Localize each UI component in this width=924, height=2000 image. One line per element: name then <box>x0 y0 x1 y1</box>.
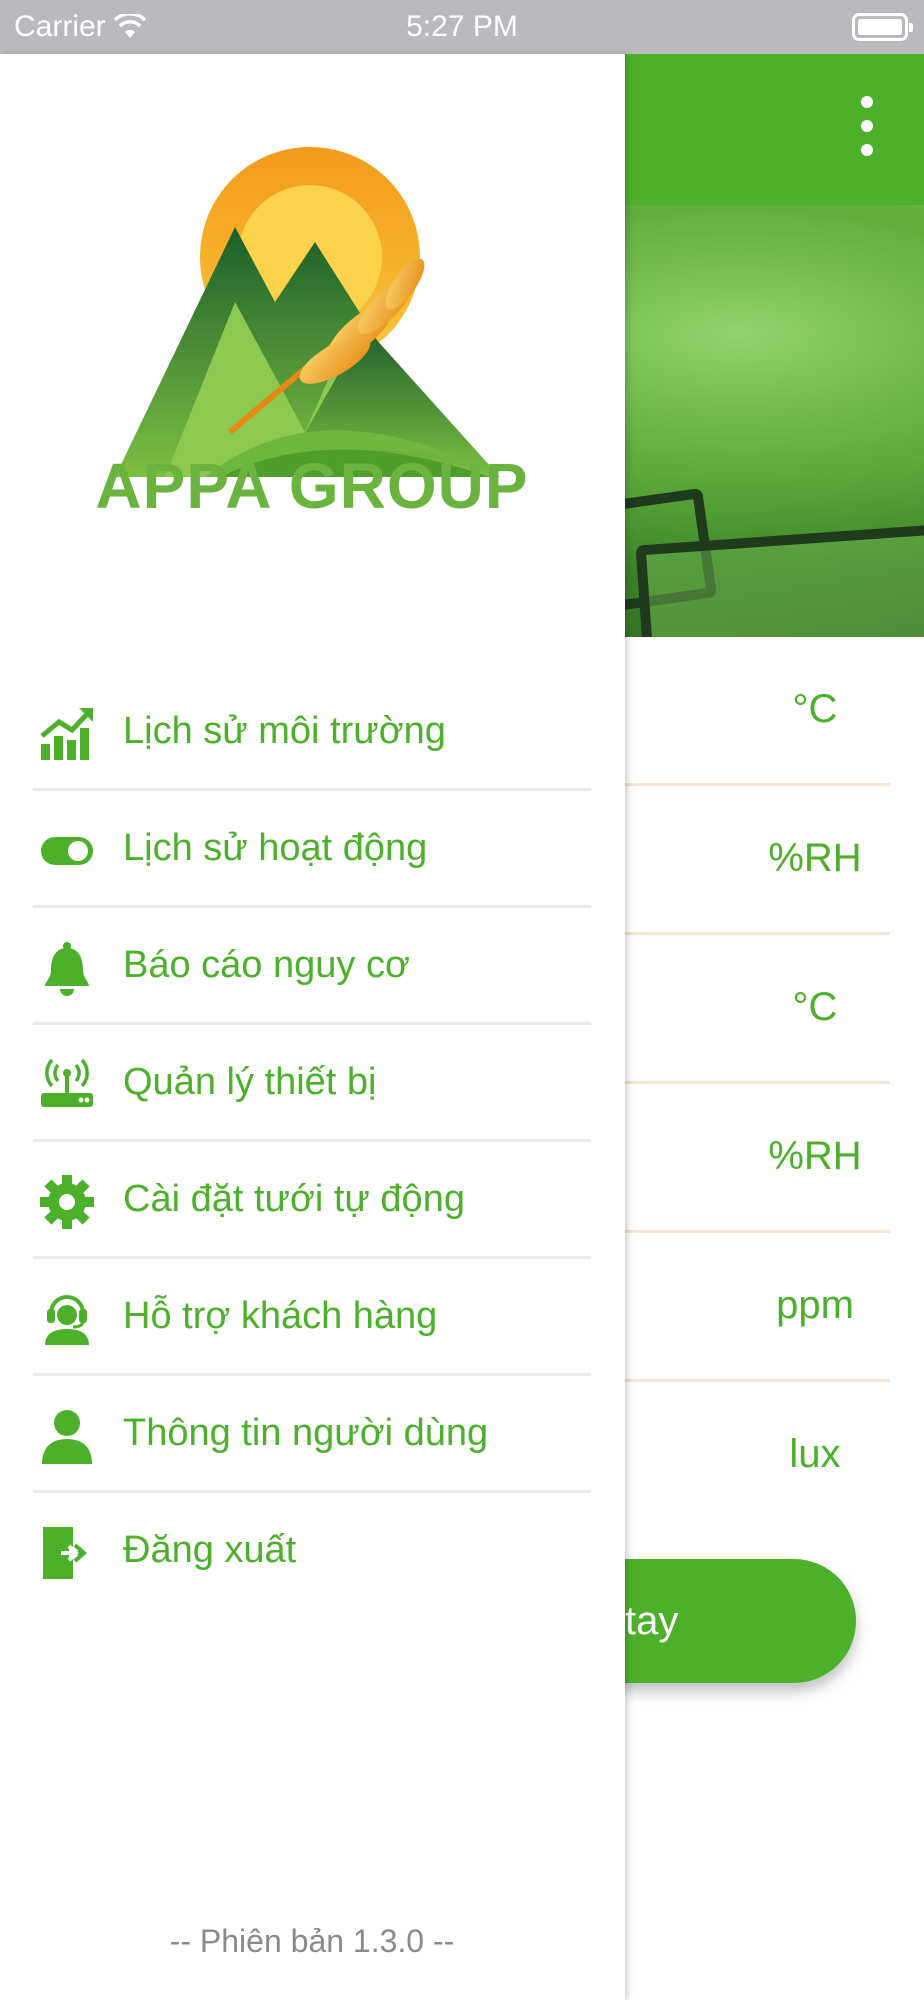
headset-user-icon <box>45 1295 89 1345</box>
chart-growth-icon <box>40 708 93 760</box>
menu-item-customer-support[interactable]: Hỗ trợ khách hàng <box>33 1259 591 1376</box>
app-version: -- Phiên bản 1.3.0 -- <box>169 1923 455 1959</box>
menu-item-label: Báo cáo nguy cơ <box>123 944 410 986</box>
menu-item-label: Lịch sử hoạt động <box>123 827 428 869</box>
router-icon <box>41 1058 93 1107</box>
menu-item-label: Cài đặt tưới tự động <box>123 1178 465 1220</box>
logo-text: APPA GROUP <box>95 450 529 522</box>
status-time: 5:27 PM <box>406 10 518 43</box>
menu-item-logout[interactable]: Đăng xuất <box>33 1493 591 1610</box>
menu-item-label: Đăng xuất <box>123 1529 297 1571</box>
reading-unit: ppm <box>776 1283 854 1327</box>
menu-item-label: Hỗ trợ khách hàng <box>123 1295 438 1337</box>
menu-item-auto-irrigation-settings[interactable]: Cài đặt tưới tự động <box>33 1142 591 1259</box>
navigation-drawer: APPA GROUP Lịch sử môi trường Lịch sử ho… <box>0 54 625 2000</box>
menu-item-environment-history[interactable]: Lịch sử môi trường <box>33 674 591 791</box>
toggle-icon <box>41 837 93 865</box>
menu-item-label: Lịch sử môi trường <box>123 710 446 752</box>
reading-unit: °C <box>792 985 838 1029</box>
reading-unit: %RH <box>768 1134 862 1178</box>
reading-unit: %RH <box>768 836 862 880</box>
crate-shape <box>635 524 924 637</box>
status-bar: Carrier 5:27 PM <box>0 0 924 54</box>
menu-item-label: Thông tin người dùng <box>123 1412 489 1454</box>
bell-icon <box>45 942 89 996</box>
screen: .3 °C .2 %RH .5 °C 0 %RH -- ppm - lux <box>0 0 924 2000</box>
gear-icon <box>40 1175 94 1229</box>
manual-control-label: tay <box>625 1598 679 1643</box>
menu-item-risk-report[interactable]: Báo cáo nguy cơ <box>33 908 591 1025</box>
user-icon <box>42 1410 92 1464</box>
reading-unit: lux <box>789 1432 841 1476</box>
drawer-menu: Lịch sử môi trường Lịch sử hoạt động Báo… <box>33 674 591 1610</box>
menu-item-activity-history[interactable]: Lịch sử hoạt động <box>33 791 591 908</box>
logout-icon <box>43 1527 88 1579</box>
more-options-icon[interactable] <box>860 96 874 160</box>
reading-unit: °C <box>792 687 838 731</box>
menu-item-user-info[interactable]: Thông tin người dùng <box>33 1376 591 1493</box>
menu-item-device-management[interactable]: Quản lý thiết bị <box>33 1025 591 1142</box>
menu-item-label: Quản lý thiết bị <box>123 1061 377 1103</box>
battery-icon <box>852 13 913 41</box>
